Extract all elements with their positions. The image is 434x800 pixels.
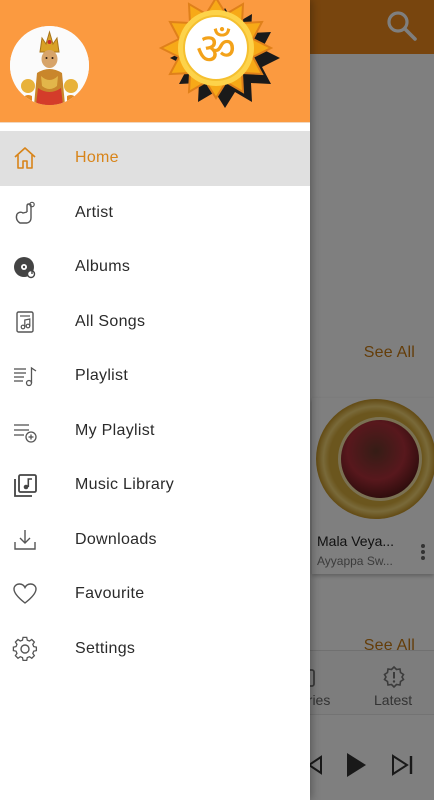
download-icon bbox=[14, 529, 36, 550]
drawer-header: ॐ bbox=[0, 0, 310, 122]
menu-item-albums[interactable]: Albums bbox=[0, 240, 310, 295]
menu-item-settings[interactable]: Settings bbox=[0, 622, 310, 677]
menu-label-all-songs: All Songs bbox=[75, 312, 146, 330]
menu-label-albums: Albums bbox=[75, 258, 131, 276]
header-divider bbox=[0, 122, 310, 130]
menu-label-settings: Settings bbox=[75, 639, 136, 657]
menu-label-artist: Artist bbox=[75, 203, 114, 221]
deity-avatar bbox=[10, 26, 89, 105]
album-disc-icon bbox=[14, 257, 36, 279]
svg-text:ॐ: ॐ bbox=[196, 24, 236, 75]
menu-item-playlist[interactable]: Playlist bbox=[0, 349, 310, 404]
drawer-menu: Home Artist Albums All Songs Playlist My… bbox=[0, 131, 310, 676]
menu-label-home: Home bbox=[75, 149, 119, 167]
menu-label-favourite: Favourite bbox=[75, 585, 145, 603]
menu-item-home[interactable]: Home bbox=[0, 131, 310, 186]
music-library-icon bbox=[14, 474, 37, 498]
playlist-icon bbox=[14, 367, 37, 387]
heart-icon bbox=[13, 583, 37, 605]
menu-label-my-playlist: My Playlist bbox=[75, 421, 155, 439]
song-file-icon bbox=[16, 311, 34, 333]
menu-item-my-playlist[interactable]: My Playlist bbox=[0, 404, 310, 459]
menu-label-music-library: Music Library bbox=[75, 476, 175, 494]
gear-icon bbox=[12, 636, 38, 661]
menu-item-artist[interactable]: Artist bbox=[0, 186, 310, 241]
menu-item-music-library[interactable]: Music Library bbox=[0, 458, 310, 513]
menu-label-playlist: Playlist bbox=[75, 367, 129, 385]
menu-item-all-songs[interactable]: All Songs bbox=[0, 295, 310, 350]
artist-hand-icon bbox=[15, 201, 35, 224]
menu-label-downloads: Downloads bbox=[75, 530, 157, 548]
menu-item-favourite[interactable]: Favourite bbox=[0, 567, 310, 622]
home-icon bbox=[14, 147, 36, 170]
om-logo: ॐ bbox=[150, 0, 298, 112]
menu-item-downloads[interactable]: Downloads bbox=[0, 513, 310, 568]
playlist-add-icon bbox=[14, 424, 37, 443]
navigation-drawer: ॐ Home Artist Albums All Songs Playlist … bbox=[0, 0, 310, 800]
